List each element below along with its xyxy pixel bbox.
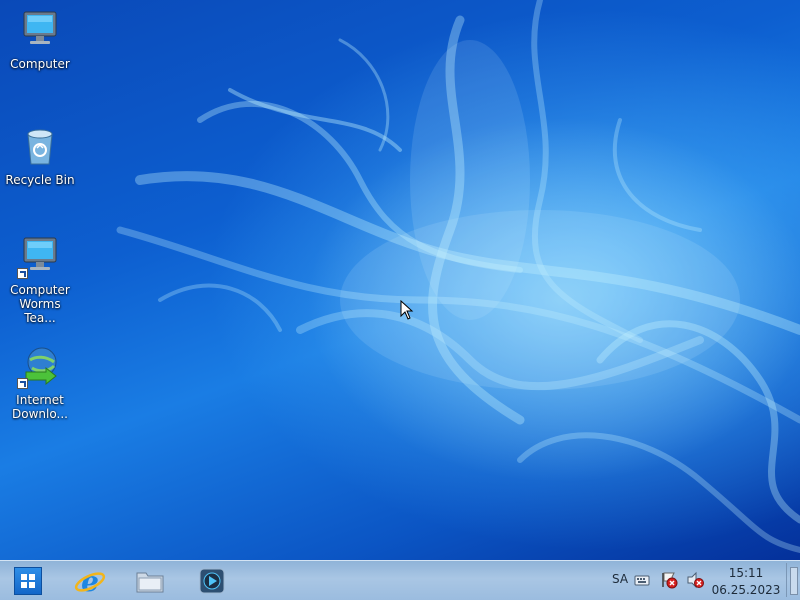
clock-date[interactable]: 06.25.2023	[708, 583, 784, 597]
keyboard-icon[interactable]	[634, 572, 650, 591]
clock-time[interactable]: 15:11	[708, 566, 784, 580]
desktop-icon-label: Downlo...	[12, 407, 68, 421]
folder-icon	[136, 572, 164, 593]
desktop-icon-label: Computer	[10, 283, 70, 297]
desktop-icon-recycle-bin[interactable]: Recycle Bin	[2, 122, 78, 187]
speaker-muted-icon[interactable]	[686, 571, 704, 593]
desktop-icon-internet-download-manager[interactable]: Internet Downlo...	[2, 342, 78, 421]
desktop-icon-computer[interactable]: Computer	[2, 6, 78, 71]
wallpaper-swirls	[116, 0, 800, 553]
file-explorer-button[interactable]	[130, 564, 170, 598]
recycle-bin-icon	[16, 122, 64, 170]
language-indicator[interactable]: SA	[612, 572, 628, 586]
desktop-icon-label: Internet	[16, 393, 64, 407]
flag-alert-icon[interactable]	[660, 571, 678, 593]
show-desktop-button[interactable]	[786, 563, 799, 597]
media-player-icon	[199, 568, 225, 594]
start-button[interactable]	[8, 564, 48, 598]
media-player-button[interactable]	[192, 564, 232, 598]
desktop-icon-label: Worms Tea...	[19, 297, 61, 325]
windows-logo-icon	[14, 567, 42, 595]
computer-icon	[16, 6, 64, 54]
desktop-icon-label: Recycle Bin	[5, 173, 75, 187]
svg-text:e: e	[81, 565, 99, 597]
internet-explorer-icon: e	[74, 565, 106, 597]
taskbar: e SA 15:11 06.25.2023	[0, 560, 800, 600]
computer-shortcut-icon	[16, 232, 64, 280]
desktop-icon-computer-worms-team[interactable]: Computer Worms Tea...	[2, 232, 78, 325]
shortcut-arrow-icon	[17, 378, 28, 389]
desktop[interactable]: Computer Recycle Bin Computer Worms Tea.…	[0, 0, 800, 560]
internet-download-manager-icon	[16, 342, 64, 390]
internet-explorer-button[interactable]: e	[70, 564, 110, 598]
shortcut-arrow-icon	[17, 268, 28, 279]
desktop-icon-label: Computer	[10, 57, 70, 71]
mouse-pointer-icon	[400, 300, 414, 320]
